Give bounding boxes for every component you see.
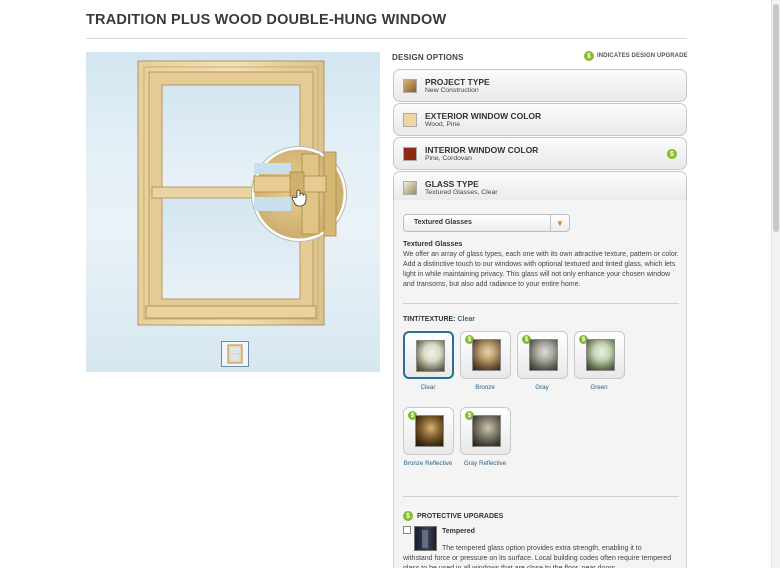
accordion-value: Pine, Cordovan (425, 155, 472, 162)
tempered-glass-image (414, 526, 437, 551)
exterior-color-swatch (403, 113, 417, 127)
scrollbar-thumb[interactable] (773, 4, 779, 232)
tint-option-clear[interactable] (403, 331, 454, 379)
accordion-value: Textured Glasses, Clear (425, 189, 498, 196)
tint-option-green[interactable]: $ (574, 331, 625, 379)
page-title: TRADITION PLUS WOOD DOUBLE-HUNG WINDOW (86, 12, 447, 28)
interior-color-swatch (403, 147, 417, 161)
dollar-icon: $ (584, 51, 594, 61)
glass-sample-image (472, 339, 501, 371)
accordion-value: Wood, Pine (425, 121, 461, 128)
upgrade-legend-text: INDICATES DESIGN UPGRADE (597, 53, 688, 59)
tint-label: TINT/TEXTURE: (403, 316, 456, 323)
window-thumbnail-icon (227, 344, 243, 364)
glass-type-select-value: Textured Glasses (414, 219, 472, 226)
tint-texture-label: TINT/TEXTURE: Clear (403, 316, 475, 323)
accordion-exterior-color[interactable]: EXTERIOR WINDOW COLOR Wood, Pine (393, 103, 687, 136)
protective-upgrades-heading: $ PROTECTIVE UPGRADES (403, 511, 503, 521)
accordion-title: PROJECT TYPE (425, 77, 490, 87)
design-options-label: DESIGN OPTIONS (392, 53, 464, 62)
tint-option-bronze-reflective[interactable]: $ (403, 407, 454, 455)
window-illustration (137, 60, 347, 326)
window-thumbnail[interactable] (221, 341, 249, 367)
accordion-project-type[interactable]: PROJECT TYPE New Construction (393, 69, 687, 102)
dollar-icon: $ (667, 149, 677, 159)
dollar-icon: $ (403, 511, 413, 521)
accordion-value: New Construction (425, 87, 479, 94)
glass-description: We offer an array of glass types, each o… (403, 251, 679, 288)
page-scrollbar[interactable] (771, 0, 780, 568)
glass-sample-image (415, 415, 444, 447)
tempered-checkbox[interactable] (403, 526, 411, 534)
tint-option-label: Green (590, 384, 608, 391)
glass-sample-image (472, 415, 501, 447)
glass-sample-image (529, 339, 558, 371)
accordion-title: INTERIOR WINDOW COLOR (425, 145, 539, 155)
glass-sample-image (586, 339, 615, 371)
tint-option-label: Gray Reflective (463, 460, 507, 467)
window-preview (86, 52, 380, 372)
divider (403, 496, 679, 497)
tempered-title: Tempered (442, 528, 475, 535)
upgrade-legend: $ INDICATES DESIGN UPGRADE (584, 51, 688, 61)
tint-option-gray-reflective[interactable]: $ (460, 407, 511, 455)
tint-selected-value: Clear (457, 316, 475, 323)
project-type-swatch (403, 79, 417, 93)
accordion-title: GLASS TYPE (425, 179, 479, 189)
tint-option-gray[interactable]: $ (517, 331, 568, 379)
tempered-description: The tempered glass option provides extra… (442, 545, 642, 552)
glass-type-panel: Textured Glasses ▼ Textured Glasses We o… (393, 200, 687, 568)
accordion-interior-color[interactable]: INTERIOR WINDOW COLOR Pine, Cordovan $ (393, 137, 687, 170)
title-divider (86, 38, 687, 39)
tint-option-bronze[interactable]: $ (460, 331, 511, 379)
accordion-title: EXTERIOR WINDOW COLOR (425, 111, 542, 121)
divider (403, 303, 679, 304)
protective-upgrades-label: PROTECTIVE UPGRADES (417, 512, 504, 520)
triangle-down-icon[interactable]: ▼ (550, 215, 569, 231)
tempered-description-cont: withstand force or pressure on its surfa… (403, 555, 672, 568)
glass-type-select[interactable]: Textured Glasses ▼ (403, 214, 570, 232)
glass-sample-image (416, 340, 445, 372)
glass-heading: Textured Glasses (403, 239, 463, 248)
glass-type-swatch (403, 181, 417, 195)
